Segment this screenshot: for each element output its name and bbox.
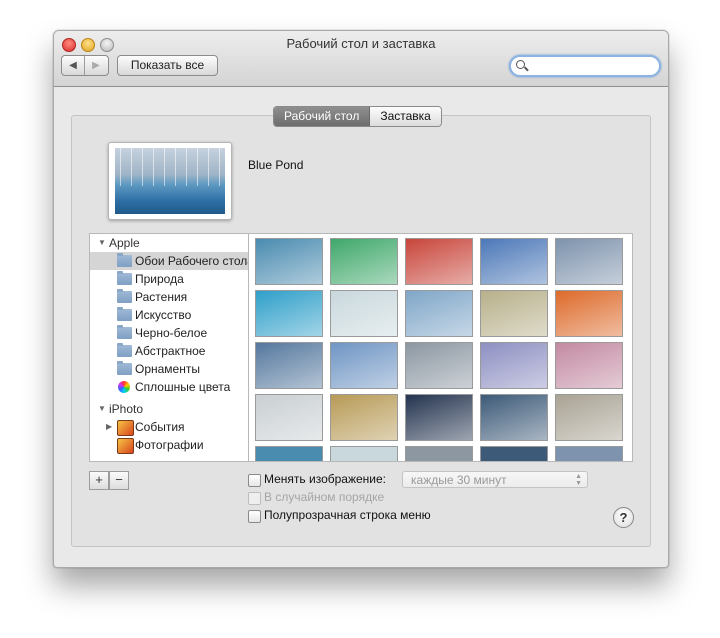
wallpaper-thumbnail[interactable] bbox=[330, 238, 398, 285]
folder-icon bbox=[117, 343, 132, 357]
folder-icon bbox=[117, 361, 132, 375]
source-item-label: Искусство bbox=[135, 308, 192, 322]
folder-icon bbox=[117, 253, 132, 267]
source-item-label: Обои Рабочего стола bbox=[135, 254, 248, 268]
folder-icon bbox=[117, 271, 132, 285]
disclosure-closed-icon[interactable]: ▶ bbox=[106, 418, 114, 431]
interval-value: каждые 30 минут bbox=[411, 473, 507, 487]
wallpaper-thumbnail[interactable] bbox=[480, 290, 548, 337]
folder-icon bbox=[117, 289, 132, 303]
source-item-desktop-pictures[interactable]: Обои Рабочего стола bbox=[90, 252, 248, 270]
source-item-label: События bbox=[135, 420, 185, 434]
show-all-button[interactable]: Показать все bbox=[117, 55, 218, 76]
interval-select[interactable]: каждые 30 минут ▲ ▼ bbox=[402, 471, 588, 488]
folder-icon bbox=[117, 307, 132, 321]
source-item-label: Орнаменты bbox=[135, 362, 200, 376]
group-label: Apple bbox=[109, 236, 140, 250]
remove-folder-button[interactable]: − bbox=[109, 471, 129, 490]
source-item-solid-colors[interactable]: Сплошные цвета bbox=[90, 378, 248, 396]
tab-switcher: Рабочий стол Заставка bbox=[273, 106, 442, 127]
folder-icon bbox=[117, 325, 132, 339]
wallpaper-thumbnail[interactable] bbox=[480, 446, 548, 461]
window-title: Рабочий стол и заставка bbox=[286, 36, 436, 51]
source-item-art[interactable]: Искусство bbox=[90, 306, 248, 324]
source-item-abstract[interactable]: Абстрактное bbox=[90, 342, 248, 360]
preferences-window: Рабочий стол и заставка ◀ ▶ Показать все… bbox=[53, 30, 669, 568]
source-item-plants[interactable]: Растения bbox=[90, 288, 248, 306]
change-picture-label: Менять изображение: bbox=[264, 472, 387, 486]
group-iphoto[interactable]: ▼ iPhoto bbox=[90, 400, 248, 418]
source-item-photos[interactable]: Фотографии bbox=[90, 436, 248, 454]
wallpaper-thumbnail[interactable] bbox=[255, 394, 323, 441]
wallpaper-thumbnail[interactable] bbox=[405, 394, 473, 441]
wallpaper-name: Blue Pond bbox=[248, 158, 304, 172]
source-list: ▼ Apple Обои Рабочего стола Природа Раст… bbox=[89, 233, 248, 462]
back-forward-control: ◀ ▶ bbox=[61, 55, 109, 76]
disclosure-open-icon[interactable]: ▼ bbox=[98, 400, 106, 413]
tab-screensaver[interactable]: Заставка bbox=[370, 107, 441, 126]
wallpaper-thumbnail[interactable] bbox=[480, 342, 548, 389]
wallpaper-thumbnail[interactable] bbox=[330, 342, 398, 389]
translucent-menu-label: Полупрозрачная строка меню bbox=[264, 508, 431, 522]
change-picture-checkbox[interactable] bbox=[248, 474, 261, 487]
wallpaper-thumbnail[interactable] bbox=[555, 394, 623, 441]
source-item-label: Растения bbox=[135, 290, 188, 304]
wallpaper-preview[interactable] bbox=[108, 142, 232, 220]
wallpaper-thumbnail[interactable] bbox=[405, 238, 473, 285]
search-input[interactable] bbox=[529, 58, 653, 74]
color-wheel-icon bbox=[118, 381, 130, 393]
wallpaper-thumbnail[interactable] bbox=[330, 290, 398, 337]
source-item-label: Черно-белое bbox=[135, 326, 208, 340]
wallpaper-thumbnail[interactable] bbox=[405, 342, 473, 389]
group-apple[interactable]: ▼ Apple bbox=[90, 234, 248, 252]
select-arrows-icon: ▲ ▼ bbox=[575, 473, 582, 487]
wallpaper-thumbnail[interactable] bbox=[480, 238, 548, 285]
source-item-events[interactable]: ▶ События bbox=[90, 418, 248, 436]
source-item-label: Фотографии bbox=[135, 438, 204, 452]
tab-desktop[interactable]: Рабочий стол bbox=[274, 107, 371, 126]
source-item-label: Природа bbox=[135, 272, 184, 286]
group-label: iPhoto bbox=[109, 402, 144, 416]
source-item-nature[interactable]: Природа bbox=[90, 270, 248, 288]
wallpaper-thumbnail[interactable] bbox=[405, 290, 473, 337]
preview-image bbox=[115, 148, 225, 214]
source-item-label: Сплошные цвета bbox=[135, 380, 231, 394]
wallpaper-thumbnail[interactable] bbox=[555, 342, 623, 389]
wallpaper-thumbnail[interactable] bbox=[555, 446, 623, 461]
add-folder-button[interactable]: + bbox=[89, 471, 109, 490]
back-arrow-icon[interactable]: ◀ bbox=[62, 56, 85, 75]
disclosure-open-icon[interactable]: ▼ bbox=[98, 234, 106, 247]
wallpaper-thumbnail[interactable] bbox=[255, 238, 323, 285]
wallpaper-thumbnail[interactable] bbox=[555, 290, 623, 337]
source-item-label: Абстрактное bbox=[135, 344, 206, 358]
wallpaper-thumbnail[interactable] bbox=[405, 446, 473, 461]
wallpaper-thumbnail[interactable] bbox=[255, 446, 323, 461]
events-icon bbox=[117, 420, 134, 436]
wallpaper-thumbnail[interactable] bbox=[255, 290, 323, 337]
random-order-checkbox[interactable] bbox=[248, 492, 261, 505]
search-icon bbox=[516, 60, 525, 69]
titlebar: Рабочий стол и заставка ◀ ▶ Показать все bbox=[54, 31, 668, 87]
search-field[interactable] bbox=[509, 55, 661, 77]
forward-arrow-icon[interactable]: ▶ bbox=[85, 56, 107, 75]
source-item-patterns[interactable]: Орнаменты bbox=[90, 360, 248, 378]
wallpaper-thumbnail[interactable] bbox=[555, 238, 623, 285]
wallpaper-thumbnail[interactable] bbox=[330, 446, 398, 461]
translucent-menu-checkbox[interactable] bbox=[248, 510, 261, 523]
photos-icon bbox=[117, 438, 134, 454]
help-button[interactable]: ? bbox=[613, 507, 634, 528]
random-order-label: В случайном порядке bbox=[264, 490, 385, 504]
wallpaper-thumbnail[interactable] bbox=[480, 394, 548, 441]
source-item-black-white[interactable]: Черно-белое bbox=[90, 324, 248, 342]
wallpaper-grid bbox=[248, 233, 633, 462]
wallpaper-thumbnail[interactable] bbox=[255, 342, 323, 389]
wallpaper-thumbnail[interactable] bbox=[330, 394, 398, 441]
